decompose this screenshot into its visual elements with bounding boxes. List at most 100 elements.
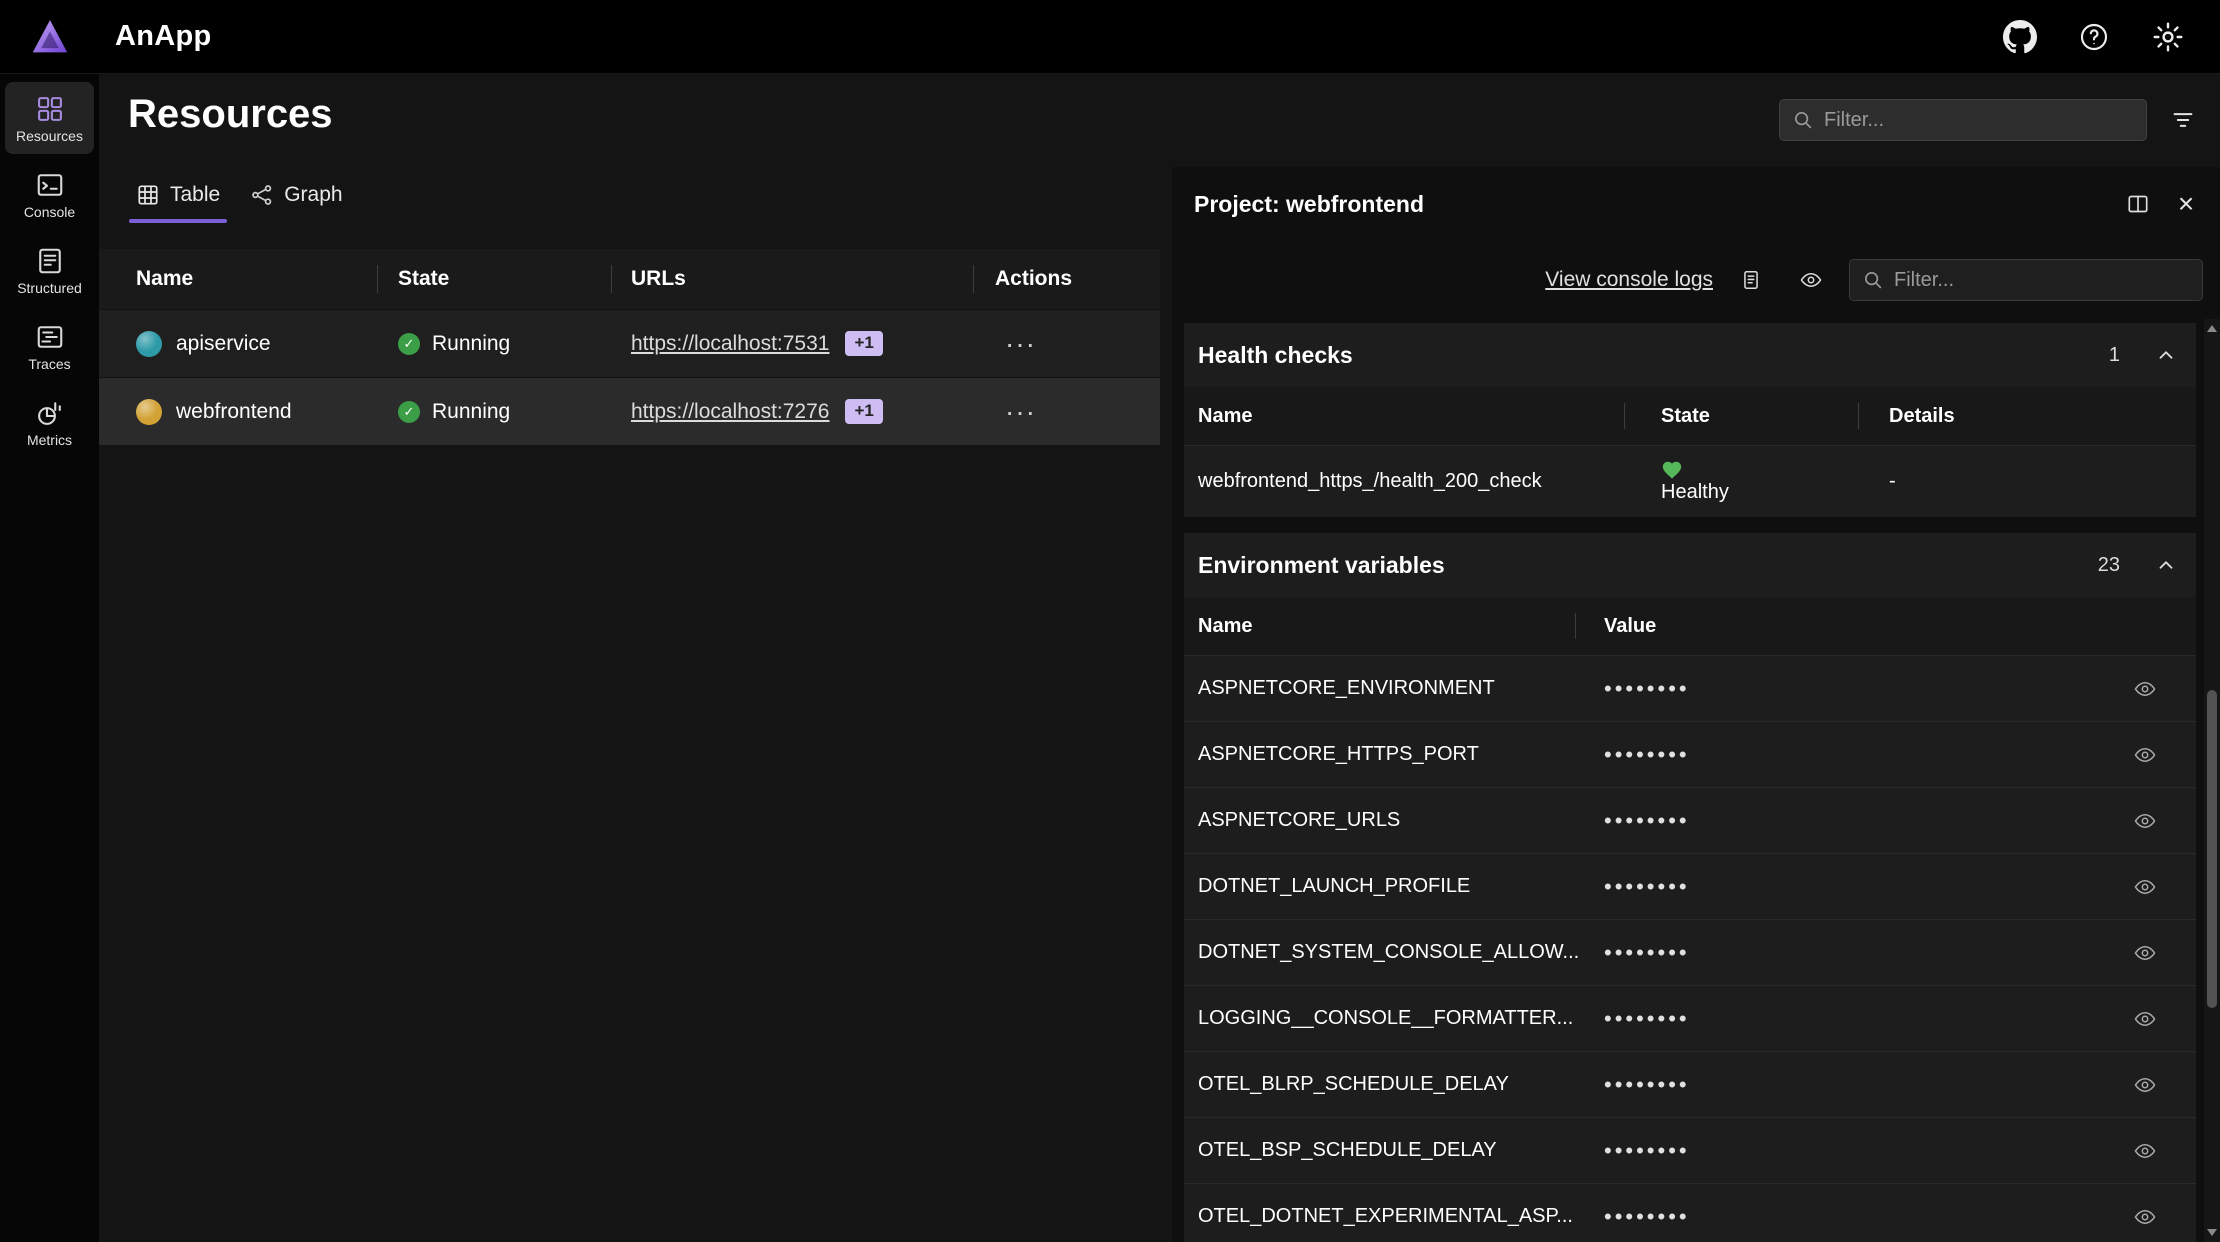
reveal-value-eye-icon[interactable] (2126, 803, 2164, 839)
masked-value: •••••••• (1604, 1204, 1690, 1229)
resource-row-apiservice[interactable]: apiservice✓Runninghttps://localhost:7531… (99, 309, 1160, 377)
details-filter-box[interactable] (1849, 259, 2203, 301)
details-panel-header: Project: webfrontend × (1172, 167, 2220, 241)
environment-variables-section-header: Environment variables 23 (1184, 533, 2196, 597)
column-header-actions: Actions (974, 249, 1160, 309)
sidebar-item-structured[interactable]: Structured (5, 234, 94, 306)
env-var-row: DOTNET_SYSTEM_CONSOLE_ALLOW... •••••••• (1184, 919, 2196, 985)
main-toolbar: Resources (99, 74, 2220, 167)
more-urls-badge[interactable]: +1 (845, 399, 882, 424)
env-var-row: ASPNETCORE_ENVIRONMENT•••••••• (1184, 655, 2196, 721)
env-var-name: ASPNETCORE_HTTPS_PORT (1184, 743, 1576, 766)
sidebar-item-console[interactable]: Console (5, 158, 94, 230)
details-toolbar: View console logs (1172, 241, 2220, 319)
reveal-value-eye-icon[interactable] (2126, 1001, 2164, 1037)
resource-row-webfrontend[interactable]: webfrontend ✓ Running https://localhost:727… (99, 377, 1160, 445)
reveal-value-eye-icon[interactable] (2126, 869, 2164, 905)
health-check-details: - (1859, 470, 2196, 493)
column-header-details: Details (1859, 387, 2196, 445)
resources-table: NameStateURLsActions apiservice✓Runningh… (99, 249, 1160, 445)
row-actions-button[interactable]: ··· (995, 398, 1046, 426)
environment-variables-count: 23 (2098, 554, 2120, 577)
topbar-actions (1996, 13, 2220, 61)
graph-icon (250, 183, 274, 207)
details-scrollbar[interactable] (2204, 319, 2220, 1242)
resources-filter-input[interactable] (1824, 109, 2134, 132)
reveal-value-eye-icon[interactable] (2126, 671, 2164, 707)
traces-icon (35, 321, 65, 353)
env-var-row: DOTNET_LAUNCH_PROFILE •••••••• (1184, 853, 2196, 919)
reveal-value-eye-icon[interactable] (2126, 1199, 2164, 1235)
masked-value: •••••••• (1604, 940, 1690, 965)
structured-icon (35, 245, 65, 277)
healthy-heart-icon (1661, 459, 1849, 481)
column-header-name: Name (1184, 387, 1625, 445)
search-icon (1862, 269, 1884, 291)
sidebar-item-resources[interactable]: Resources (5, 82, 94, 154)
table-icon (136, 183, 160, 207)
webfrontend-resource-icon (136, 399, 162, 425)
env-table-header: NameValue (1184, 597, 2196, 655)
resources-filter-box[interactable] (1779, 99, 2147, 141)
app-title: AnApp (115, 20, 212, 53)
masked-value: •••••••• (1604, 1072, 1690, 1097)
details-header-actions: × (2116, 184, 2208, 224)
collapse-chevron-up-icon[interactable] (2146, 547, 2186, 583)
resource-url-link[interactable]: https://localhost:7276 (631, 400, 829, 424)
more-urls-badge[interactable]: +1 (845, 331, 882, 356)
env-var-name: DOTNET_LAUNCH_PROFILE (1184, 875, 1576, 898)
resource-name: webfrontend (176, 400, 292, 424)
env-var-name: DOTNET_SYSTEM_CONSOLE_ALLOW... (1184, 941, 1576, 964)
running-check-icon: ✓ (398, 401, 420, 423)
github-icon[interactable] (1996, 13, 2044, 61)
scroll-down-arrow-icon[interactable] (2207, 1229, 2217, 1236)
reveal-value-eye-icon[interactable] (2126, 1067, 2164, 1103)
column-header-value: Value (1576, 597, 2196, 655)
search-icon (1792, 109, 1814, 131)
env-var-row: OTEL_DOTNET_EXPERIMENTAL_ASP... •••••••• (1184, 1183, 2196, 1242)
tab-graph[interactable]: Graph (235, 167, 357, 223)
tab-table[interactable]: Table (121, 167, 235, 223)
details-filter-input[interactable] (1894, 269, 2190, 292)
masked-value: •••••••• (1604, 874, 1690, 899)
split-panel-icon[interactable] (2116, 184, 2160, 224)
console-logs-document-icon[interactable] (1729, 260, 1773, 300)
collapse-chevron-up-icon[interactable] (2146, 337, 2186, 373)
app-logo-icon[interactable] (0, 14, 99, 60)
running-check-icon: ✓ (398, 333, 420, 355)
close-icon[interactable]: × (2164, 184, 2208, 224)
sidebar: ResourcesConsoleStructuredTracesMetrics (0, 74, 99, 1242)
sidebar-item-traces[interactable]: Traces (5, 310, 94, 382)
resource-state: Running (432, 400, 510, 424)
column-header-state: State (1625, 387, 1859, 445)
console-icon (35, 169, 65, 201)
help-icon[interactable] (2070, 13, 2118, 61)
watch-logs-eye-icon[interactable] (1789, 260, 1833, 300)
environment-variables-section: Environment variables 23 NameValue ASPNE… (1184, 533, 2196, 1242)
section-title: Health checks (1198, 342, 1353, 369)
metrics-icon (35, 397, 65, 429)
settings-gear-icon[interactable] (2144, 13, 2192, 61)
row-actions-button[interactable]: ··· (995, 330, 1046, 358)
health-table-header: NameStateDetails (1184, 387, 2196, 445)
env-var-row: ASPNETCORE_URLS•••••••• (1184, 787, 2196, 853)
resource-state: Running (432, 332, 510, 356)
reveal-value-eye-icon[interactable] (2126, 935, 2164, 971)
env-var-name: OTEL_DOTNET_EXPERIMENTAL_ASP... (1184, 1205, 1576, 1228)
reveal-value-eye-icon[interactable] (2126, 1133, 2164, 1169)
scroll-up-arrow-icon[interactable] (2207, 325, 2217, 332)
filter-icon[interactable] (2160, 98, 2206, 142)
details-panel: Project: webfrontend × View console logs… (1172, 167, 2220, 1242)
sidebar-item-metrics[interactable]: Metrics (5, 386, 94, 458)
view-tabs: TableGraph (99, 167, 1160, 223)
env-var-name: OTEL_BSP_SCHEDULE_DELAY (1184, 1139, 1576, 1162)
column-header-name: Name (1184, 597, 1576, 655)
health-checks-count: 1 (2109, 344, 2120, 367)
env-var-row: ASPNETCORE_HTTPS_PORT•••••••• (1184, 721, 2196, 787)
view-console-logs-link[interactable]: View console logs (1545, 268, 1713, 292)
reveal-value-eye-icon[interactable] (2126, 737, 2164, 773)
details-panel-title: Project: webfrontend (1194, 191, 1424, 218)
resources-table-header: NameStateURLsActions (99, 249, 1160, 309)
scrollbar-thumb[interactable] (2207, 690, 2217, 1008)
resource-url-link[interactable]: https://localhost:7531 (631, 332, 829, 356)
